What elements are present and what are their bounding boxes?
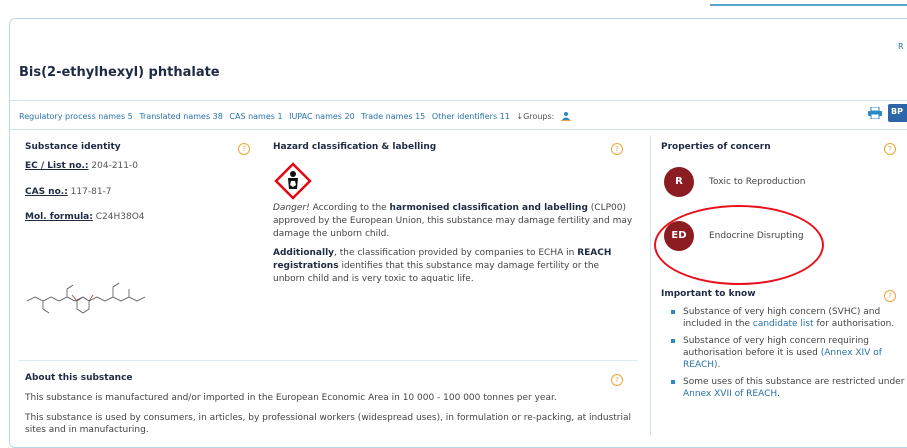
cas-number-row: CAS no.: 117-81-7 — [25, 187, 112, 197]
reach-registrations-text: Additionally, the classification provide… — [273, 248, 612, 284]
ec-number-row: EC / List no.: 204-211-0 — [25, 161, 138, 171]
highlight-ring — [654, 205, 824, 285]
ec-number-label[interactable]: EC / List no.: — [25, 161, 89, 171]
link-regulatory-names[interactable]: Regulatory process names 5 — [19, 112, 133, 121]
link-other-identifiers[interactable]: Other identifiers 11 — [432, 112, 510, 121]
identifiers-bar: Regulatory process names 5 Translated na… — [10, 100, 907, 130]
properties-of-concern-heading: Properties of concern — [661, 142, 771, 152]
mol-formula-row: Mol. formula: C24H38O4 — [25, 212, 145, 222]
help-icon[interactable]: ? — [611, 374, 623, 386]
page-title: Bis(2-ethylhexyl) phthalate — [19, 65, 220, 80]
help-icon[interactable]: ? — [238, 143, 250, 155]
harmonised-classification-text: Danger! According to the harmonised clas… — [273, 203, 633, 239]
cas-number-label[interactable]: CAS no.: — [25, 187, 68, 197]
about-description: This substance is manufactured and/or im… — [25, 392, 645, 444]
cas-number-value: 117-81-7 — [70, 187, 112, 197]
top-right-tab[interactable]: R — [898, 42, 904, 51]
reproduction-label[interactable]: Toxic to Reproduction — [709, 177, 805, 187]
bp-badge[interactable]: BP — [888, 104, 907, 122]
mol-formula-value: C24H38O4 — [95, 212, 145, 222]
section-divider — [18, 360, 638, 361]
person-icon[interactable] — [560, 111, 571, 121]
help-icon[interactable]: ? — [884, 290, 896, 302]
link-translated-names[interactable]: Translated names 38 — [139, 112, 223, 121]
about-heading: About this substance — [25, 373, 133, 383]
link-trade-names[interactable]: Trade names 15 — [361, 112, 425, 121]
link-iupac-names[interactable]: IUPAC names 20 — [289, 112, 355, 121]
list-item: Substance of very high concern (SVHC) an… — [661, 306, 906, 330]
list-item: Substance of very high concern requiring… — [661, 335, 906, 371]
candidate-list-link[interactable]: candidate list — [753, 319, 814, 329]
help-icon[interactable]: ? — [611, 143, 623, 155]
health-hazard-pictogram-icon — [274, 162, 312, 200]
groups-label[interactable]: ↓Groups: — [516, 112, 554, 121]
annex-xvii-link[interactable]: Annex XVII of REACH — [683, 389, 777, 399]
identifier-links: Regulatory process names 5 Translated na… — [19, 111, 571, 121]
mol-formula-label[interactable]: Mol. formula: — [25, 212, 93, 222]
print-icon[interactable] — [868, 107, 882, 119]
reproduction-badge[interactable]: R — [664, 167, 694, 197]
molecular-structure-image — [26, 282, 146, 314]
help-icon[interactable]: ? — [884, 143, 896, 155]
top-tab-indicator — [710, 4, 907, 6]
danger-word: Danger! — [273, 203, 310, 213]
important-to-know-heading: Important to know — [661, 289, 756, 299]
column-divider — [650, 135, 651, 435]
list-item: Some uses of this substance are restrict… — [661, 376, 906, 400]
uses-text: This substance is used by consumers, in … — [25, 413, 632, 435]
important-to-know-list: Substance of very high concern (SVHC) an… — [661, 306, 906, 405]
hazard-description: Danger! According to the harmonised clas… — [273, 202, 633, 292]
harmonised-classification-link[interactable]: harmonised classification and labelling — [390, 203, 588, 213]
hazard-heading: Hazard classification & labelling — [273, 142, 437, 152]
tonnage-text: This substance is manufactured and/or im… — [25, 393, 557, 403]
link-cas-names[interactable]: CAS names 1 — [229, 112, 282, 121]
substance-identity-heading: Substance identity — [25, 142, 121, 152]
ec-number-value: 204-211-0 — [91, 161, 138, 171]
